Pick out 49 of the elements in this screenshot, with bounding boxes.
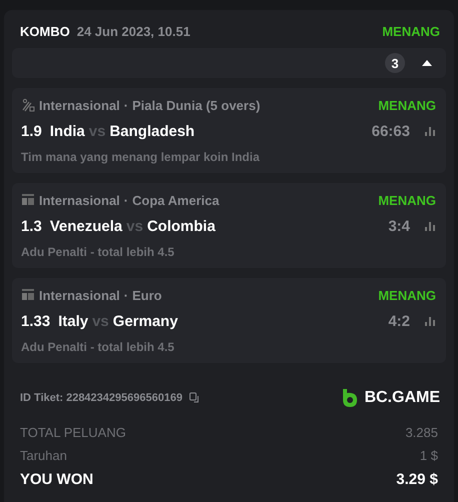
ticket-id: 2284234295696560169: [66, 392, 182, 404]
game-logo-icon: [21, 288, 35, 302]
count-badge: 3: [385, 53, 405, 73]
team-name: Colombia: [147, 218, 216, 234]
summary-label: YOU WON: [20, 471, 94, 490]
separator-dot: ·: [124, 98, 128, 112]
stats-icon[interactable]: [424, 316, 436, 326]
status-label: MENANG: [378, 288, 436, 302]
team-name: Italy: [58, 312, 88, 330]
odds-value: 1.3: [21, 218, 42, 234]
game-logo-icon: [21, 193, 35, 207]
separator-dot: ·: [124, 192, 128, 208]
summary-value: 3.29 $: [396, 471, 438, 490]
competition-label: Euro: [132, 288, 162, 302]
competition-label: Piala Dunia (5 overs): [132, 98, 260, 112]
brand-logo-icon: [341, 388, 360, 408]
score-value: 66:63: [372, 122, 410, 140]
team-name: India: [50, 122, 85, 140]
category-label: Internasional: [39, 192, 120, 208]
summary-label: TOTAL PELUANG: [20, 425, 126, 442]
market-label: Tim mana yang menang lempar koin India: [21, 150, 261, 164]
score-value: 3:4: [388, 218, 410, 234]
category-label: Internasional: [39, 98, 120, 112]
stats-icon[interactable]: [424, 126, 436, 136]
copy-icon[interactable]: [189, 392, 202, 404]
ticket-label: ID Tiket:: [20, 392, 64, 404]
status-label: MENANG: [382, 24, 440, 38]
team-name: Germany: [112, 312, 178, 330]
summary-value: 3.285: [405, 425, 438, 442]
bet-date: 24 Jun 2023, 10.51: [76, 24, 192, 38]
competition-label: Copa America: [132, 192, 220, 208]
summary-value: 1 $: [420, 448, 438, 465]
selections-bar[interactable]: 3: [12, 48, 446, 78]
stats-icon[interactable]: [424, 220, 436, 232]
odds-value: 1.33: [21, 312, 50, 330]
brand-name: BC.GAME: [364, 389, 440, 407]
separator-dot: ·: [124, 288, 128, 302]
bet-type-label: KOMBO: [20, 24, 70, 38]
summary-label: Taruhan: [20, 448, 67, 465]
collapse-caret-icon[interactable]: [422, 60, 432, 66]
category-label: Internasional: [39, 288, 120, 302]
status-label: MENANG: [378, 192, 436, 208]
score-value: 4:2: [388, 312, 410, 330]
market-label: Adu Penalti - total lebih 4.5: [21, 245, 176, 259]
status-label: MENANG: [378, 98, 436, 112]
odds-value: 1.9: [21, 122, 42, 140]
team-name: Bangladesh: [110, 122, 195, 140]
team-name: Venezuela: [50, 218, 122, 234]
market-label: Adu Penalti - total lebih 4.5: [21, 340, 176, 354]
